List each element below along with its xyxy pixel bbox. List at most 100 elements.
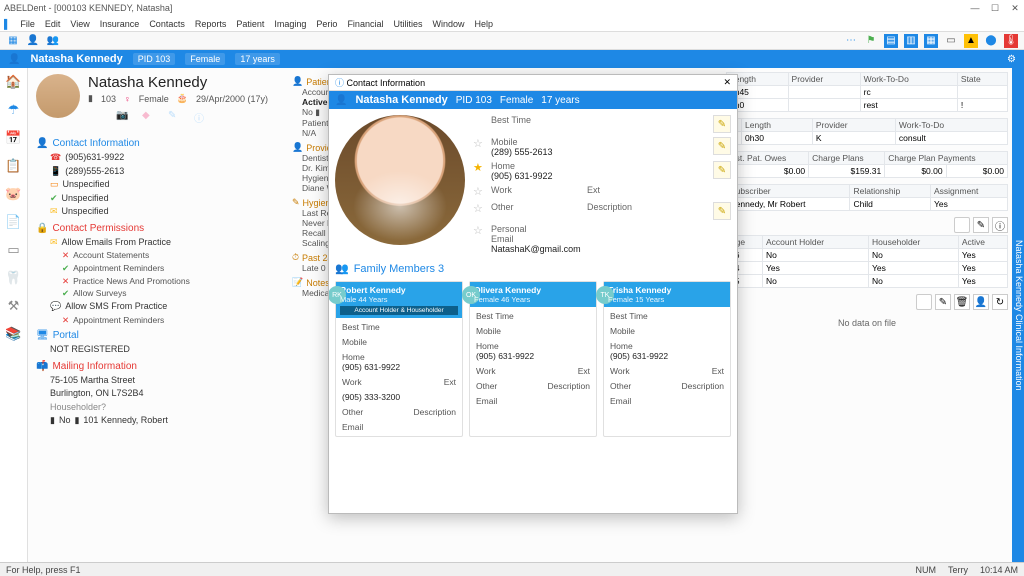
table-row[interactable]: Kennedy, Mr RobertChildYes — [727, 198, 1008, 211]
menu-view[interactable]: View — [70, 19, 89, 29]
news: Practice News And Promotions — [73, 275, 190, 288]
star-fav-icon[interactable]: ★ — [473, 161, 485, 174]
female-icon: ♀ — [124, 94, 131, 104]
table-row[interactable]: 46NoNoYes — [727, 249, 1008, 262]
diamond-icon[interactable]: ◆ — [142, 110, 156, 124]
nav-umbrella-icon[interactable]: ☂ — [6, 102, 22, 118]
gear-icon[interactable]: ⚙ — [1007, 54, 1016, 65]
menu-window[interactable]: Window — [432, 19, 464, 29]
nav-note-icon[interactable]: 📄 — [6, 214, 22, 230]
home-lbl: Home — [491, 161, 551, 171]
patient-age: 17 years — [235, 53, 280, 65]
more-icon[interactable]: ⋯ — [844, 34, 858, 48]
table-row[interactable]: 1h0rest! — [727, 99, 1008, 112]
menu-insurance[interactable]: Insurance — [100, 19, 140, 29]
page-icon[interactable]: ▭ — [944, 34, 958, 48]
flag-icon[interactable]: ⚑ — [864, 34, 878, 48]
menu-patient[interactable]: Patient — [236, 19, 264, 29]
menu-utilities[interactable]: Utilities — [393, 19, 422, 29]
star-icon[interactable]: ☆ — [473, 137, 485, 150]
menu-file[interactable]: File — [20, 19, 35, 29]
doc3-icon[interactable]: ▦ — [924, 34, 938, 48]
family-icon: 👥 — [335, 262, 349, 275]
menu-perio[interactable]: Perio — [316, 19, 337, 29]
cake-icon: 🎂 — [177, 93, 188, 104]
menu-contacts[interactable]: Contacts — [149, 19, 185, 29]
edit-mobile[interactable]: ✎ — [713, 137, 731, 155]
modal-close-icon[interactable]: ✕ — [723, 77, 731, 88]
table-row[interactable]: 15NoNoYes — [727, 275, 1008, 288]
x2-icon: ✕ — [62, 275, 69, 288]
appt-rem: Appointment Reminders — [73, 262, 164, 275]
grid-icon[interactable]: ▦ — [6, 34, 20, 48]
note-icon: 📝 — [292, 277, 303, 288]
table-row[interactable]: 0h30Kconsult — [727, 132, 1008, 145]
home-val: (905) 631-9922 — [491, 171, 553, 181]
nav-tool-icon[interactable]: ⚒ — [6, 298, 22, 314]
star4-icon[interactable]: ☆ — [473, 224, 485, 237]
x3-icon: ✕ — [62, 314, 69, 327]
modal-person-icon: 👤 — [335, 95, 347, 106]
permissions-header: Contact Permissions — [52, 223, 144, 234]
nav-home-icon[interactable]: 🏠 — [6, 74, 22, 90]
alert-icon[interactable]: ⬤ — [984, 34, 998, 48]
nav-calendar-icon[interactable]: 📅 — [6, 130, 22, 146]
edit2-button[interactable]: ✎ — [935, 294, 951, 310]
thermo-icon[interactable]: 🌡 — [1004, 34, 1018, 48]
table-row[interactable]: 0h45rc — [727, 86, 1008, 99]
menu-edit[interactable]: Edit — [45, 19, 61, 29]
table-row[interactable]: 44YesYesYes — [727, 262, 1008, 275]
surveys: Allow Surveys — [73, 287, 126, 300]
contact-info-header: Contact Information — [52, 138, 139, 149]
doc1-icon[interactable]: ▤ — [884, 34, 898, 48]
edit-home[interactable]: ✎ — [713, 161, 731, 179]
edit-button[interactable]: ✎ — [973, 217, 989, 233]
delete-button[interactable]: 🗑 — [954, 294, 970, 310]
family-card[interactable]: TKTrisha KennedyFemale 15 Years Best Tim… — [603, 281, 731, 437]
nav-card-icon[interactable]: ▭ — [6, 242, 22, 258]
star2-icon[interactable]: ☆ — [473, 185, 485, 198]
modal-gender: Female — [500, 95, 533, 106]
menu-imaging[interactable]: Imaging — [274, 19, 306, 29]
pencil-icon[interactable]: ✎ — [168, 110, 182, 124]
app-title: ABELDent - [000103 KENNEDY, Natasha] — [4, 3, 172, 13]
g1h2: Work-To-Do — [860, 73, 957, 86]
nav-tooth-icon[interactable]: 🦷 — [6, 270, 22, 286]
camera-icon[interactable]: 📷 — [116, 110, 130, 124]
modal-age: 17 years — [541, 95, 579, 106]
check3-icon: ✔ — [62, 287, 69, 300]
person-button[interactable]: 👤 — [973, 294, 989, 310]
check2-icon: ✔ — [62, 262, 69, 275]
add2-button[interactable]: + — [916, 294, 932, 310]
info-icon[interactable]: ⓘ — [194, 110, 208, 124]
nav-docs-icon[interactable]: 📚 — [6, 326, 22, 342]
edit-other[interactable]: ✎ — [713, 202, 731, 220]
add-button[interactable]: + — [954, 217, 970, 233]
other-lbl: Other — [491, 202, 551, 212]
menu-reports[interactable]: Reports — [195, 19, 227, 29]
phone-icon: ☎ — [50, 151, 61, 165]
close-icon[interactable]: ✕ — [1010, 3, 1020, 14]
warn-icon[interactable]: ▲ — [964, 34, 978, 48]
doc2-icon[interactable]: ▥ — [904, 34, 918, 48]
info-button[interactable]: ⓘ — [992, 217, 1008, 233]
edit-besttime[interactable]: ✎ — [713, 115, 731, 133]
nav-piggy-icon[interactable]: 🐷 — [6, 186, 22, 202]
minimize-icon[interactable]: — — [970, 3, 980, 14]
no-icon: ▮ — [50, 414, 55, 428]
family-card[interactable]: OKOlivera KennedyFemale 46 Years Best Ti… — [469, 281, 597, 437]
right-nav-tab[interactable]: Natasha Kennedy Clinical Information — [1012, 68, 1024, 562]
grid2: LengthProviderWork-To-Do 0h30Kconsult — [726, 118, 1008, 145]
family-card[interactable]: RKRobert KennedyMale 44 YearsAccount Hol… — [335, 281, 463, 437]
refresh-button[interactable]: ↻ — [992, 294, 1008, 310]
menu-financial[interactable]: Financial — [347, 19, 383, 29]
users-icon[interactable]: 👥 — [46, 34, 60, 48]
patient-section-icon: 👤 — [292, 76, 303, 87]
check-icon: ✔ — [50, 192, 58, 206]
user-icon[interactable]: 👤 — [26, 34, 40, 48]
portal-header: Portal — [53, 330, 79, 341]
menu-help[interactable]: Help — [475, 19, 494, 29]
star3-icon[interactable]: ☆ — [473, 202, 485, 215]
maximize-icon[interactable]: ☐ — [990, 3, 1000, 14]
nav-clipboard-icon[interactable]: 📋 — [6, 158, 22, 174]
